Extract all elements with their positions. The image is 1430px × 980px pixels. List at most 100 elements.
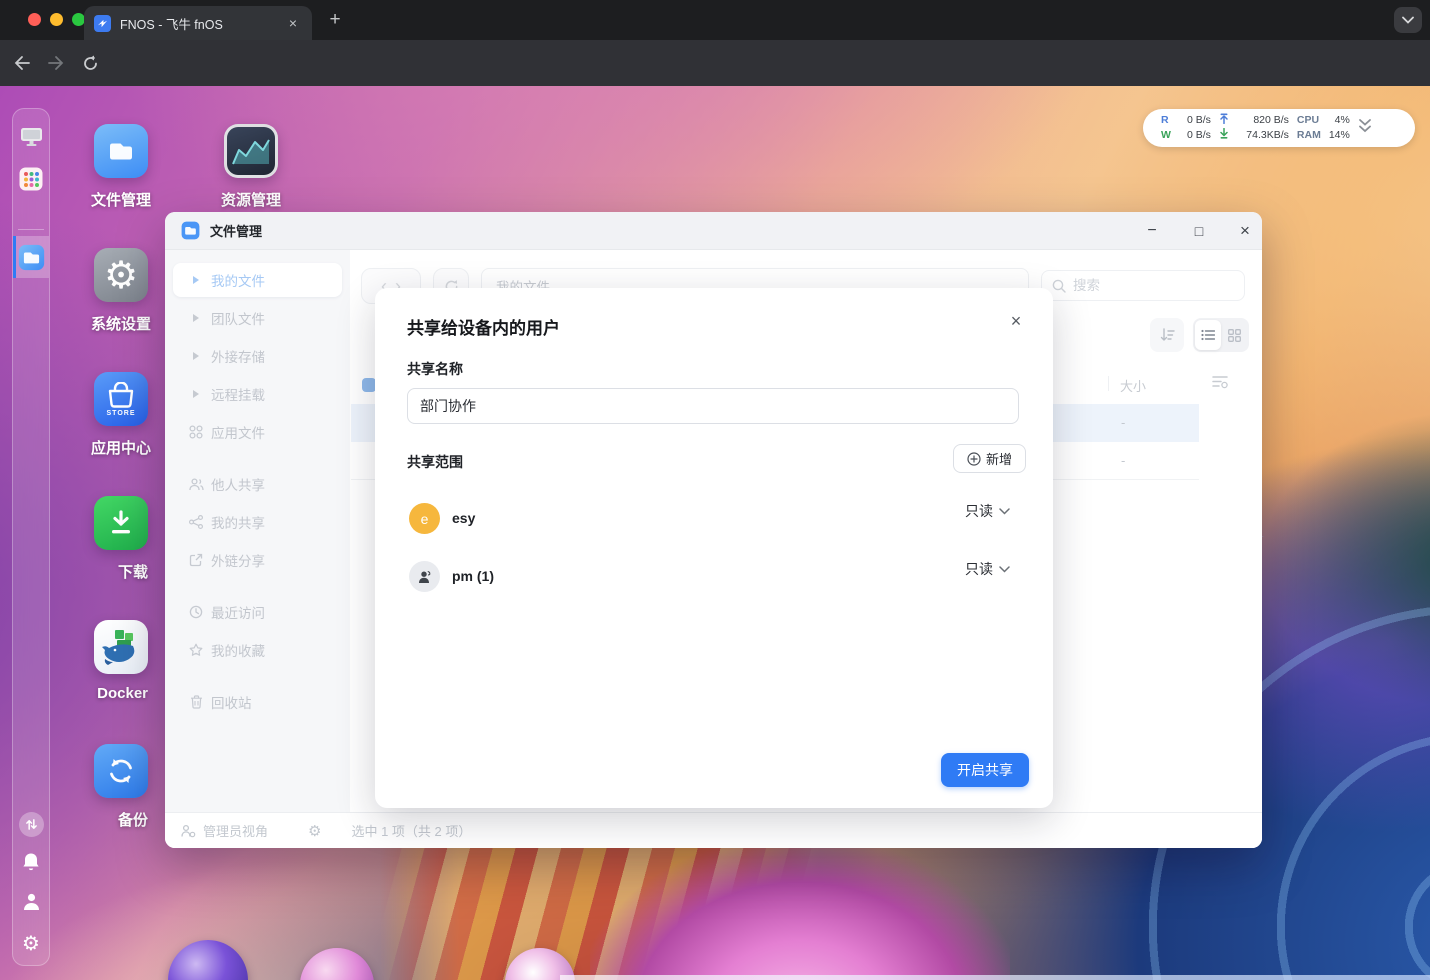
sidebar-item-favorites[interactable]: 我的收藏 <box>173 633 342 667</box>
folder-icon <box>181 221 200 240</box>
upload-arrow-icon <box>1220 113 1228 125</box>
desktop-icon-resource-monitor[interactable]: 资源管理 <box>221 124 281 210</box>
desktop-icon-downloads[interactable]: 下载 <box>94 496 148 582</box>
docker-whale-icon <box>102 630 135 665</box>
gear-icon: ⚙ <box>22 933 40 955</box>
chevron-down-icon <box>999 507 1010 515</box>
permission-dropdown[interactable]: 只读 <box>965 501 1010 521</box>
list-view-button[interactable] <box>1195 320 1221 350</box>
plus-circle-icon <box>967 451 981 466</box>
user-avatar: e <box>409 503 440 534</box>
file-manager-status-bar: 管理员视角 ⚙ 选中 1 项（共 2 项） <box>165 812 1262 848</box>
file-manager-sidebar: 我的文件 团队文件 外接存储 远程挂载 应用文件 他人共享 我的共享 外链分享 … <box>165 250 350 848</box>
transfer-icon <box>25 819 37 830</box>
desktop-icon-label: 备份 <box>117 812 148 829</box>
share-name-input[interactable] <box>407 388 1019 424</box>
file-size-value: - <box>1121 415 1126 430</box>
mac-minimize-button[interactable] <box>50 13 63 26</box>
sidebar-item-shared-by-others[interactable]: 他人共享 <box>173 467 342 501</box>
upload-value: 820 B/s <box>1253 114 1289 126</box>
dock: ⚙ <box>12 108 50 966</box>
people-icon <box>188 477 204 490</box>
dock-notifications-button[interactable] <box>13 852 49 873</box>
view-toggle <box>1193 318 1249 352</box>
wallpaper-sphere <box>168 940 248 980</box>
window-minimize-button[interactable]: − <box>1141 220 1163 242</box>
window-maximize-button[interactable]: □ <box>1188 220 1210 242</box>
wallpaper-bottom-strip <box>560 975 1430 980</box>
window-close-button[interactable]: × <box>1234 220 1256 242</box>
download-icon <box>112 510 130 534</box>
reload-icon[interactable] <box>76 49 104 77</box>
sidebar-item-external-storage[interactable]: 外接存储 <box>173 339 342 373</box>
store-badge: STORE <box>106 410 136 417</box>
dialog-title: 共享给设备内的用户 <box>407 319 560 338</box>
desktop-icon-file-manager[interactable]: 文件管理 <box>91 124 151 210</box>
sidebar-item-team-files[interactable]: 团队文件 <box>173 301 342 335</box>
admin-view-toggle[interactable]: 管理员视角 <box>181 821 268 840</box>
back-icon[interactable] <box>8 49 36 77</box>
forward-icon[interactable] <box>42 49 70 77</box>
caret-right-icon <box>193 276 199 284</box>
dialog-close-icon[interactable]: × <box>1003 308 1029 334</box>
browser-tab[interactable]: FNOS - 飞牛 fnOS × <box>84 6 312 40</box>
dock-user-button[interactable] <box>13 892 49 912</box>
download-value: 74.3KB/s <box>1246 129 1289 141</box>
tab-close-icon[interactable]: × <box>284 14 302 32</box>
write-label: W <box>1161 129 1171 141</box>
user-name: esy <box>452 510 476 526</box>
window-title: 文件管理 <box>210 224 263 239</box>
cpu-label: CPU <box>1296 114 1320 126</box>
desktop-icon-system-settings[interactable]: ⚙ 系统设置 <box>90 248 152 334</box>
sidebar-item-recycle-bin[interactable]: 回收站 <box>173 685 342 719</box>
sync-icon <box>110 759 132 783</box>
grid-view-button[interactable] <box>1221 320 1247 350</box>
system-stats-widget[interactable]: R 0 B/s 820 B/s CPU 4% W 0 B/s 74.3KB/s … <box>1143 109 1415 147</box>
mac-close-button[interactable] <box>28 13 41 26</box>
select-all-checkbox[interactable] <box>362 378 376 392</box>
sidebar-item-recent[interactable]: 最近访问 <box>173 595 342 629</box>
sort-button[interactable] <box>1150 318 1184 352</box>
cpu-value: 4% <box>1334 114 1350 126</box>
dock-transfer-button[interactable] <box>13 812 49 837</box>
dock-desktop-button[interactable] <box>13 127 49 147</box>
search-box[interactable] <box>1041 270 1245 301</box>
sidebar-item-my-shares[interactable]: 我的共享 <box>173 505 342 539</box>
desktop-icon-docker[interactable]: Docker <box>94 620 148 703</box>
status-gear-icon[interactable]: ⚙ <box>308 822 321 840</box>
window-title-bar[interactable]: 文件管理 <box>165 212 1262 250</box>
tab-search-chevron-icon[interactable] <box>1394 7 1422 33</box>
column-divider <box>1108 376 1109 391</box>
dock-apps-button[interactable] <box>13 167 49 191</box>
sidebar-item-external-links[interactable]: 外链分享 <box>173 543 342 577</box>
dock-file-manager-button[interactable] <box>13 236 49 278</box>
chart-icon <box>232 139 270 165</box>
file-size-value: - <box>1121 453 1126 468</box>
dock-active-indicator <box>13 236 16 278</box>
monitor-icon <box>20 128 42 146</box>
write-value: 0 B/s <box>1186 129 1211 141</box>
ram-label: RAM <box>1296 129 1321 141</box>
tab-title: FNOS - 飞牛 fnOS <box>120 17 223 32</box>
sidebar-item-app-files[interactable]: 应用文件 <box>173 415 342 449</box>
desktop-icon-label: 系统设置 <box>90 316 152 333</box>
desktop-icon-label: 应用中心 <box>90 440 152 457</box>
add-user-button[interactable]: 新增 <box>953 444 1026 473</box>
desktop-icon-backup[interactable]: 备份 <box>94 744 148 830</box>
caret-right-icon <box>193 352 199 360</box>
column-settings-icon[interactable] <box>1212 374 1228 394</box>
sidebar-item-my-files[interactable]: 我的文件 <box>173 263 342 297</box>
search-icon <box>1052 279 1066 293</box>
permission-dropdown[interactable]: 只读 <box>965 559 1010 579</box>
desktop-icon-app-center[interactable]: STORE 应用中心 <box>90 372 152 458</box>
size-column-header[interactable]: 大小 <box>1120 376 1146 395</box>
desktop-icon-label: 下载 <box>117 564 148 581</box>
enable-share-button[interactable]: 开启共享 <box>941 753 1029 787</box>
read-label: R <box>1161 114 1169 126</box>
new-tab-button[interactable]: + <box>324 9 346 31</box>
collapse-chevrons-icon[interactable] <box>1358 118 1372 134</box>
sidebar-item-remote-mount[interactable]: 远程挂载 <box>173 377 342 411</box>
wallpaper-pink-swirl <box>590 846 1010 980</box>
dock-settings-button[interactable]: ⚙ <box>13 931 49 956</box>
search-input[interactable] <box>1073 278 1213 293</box>
